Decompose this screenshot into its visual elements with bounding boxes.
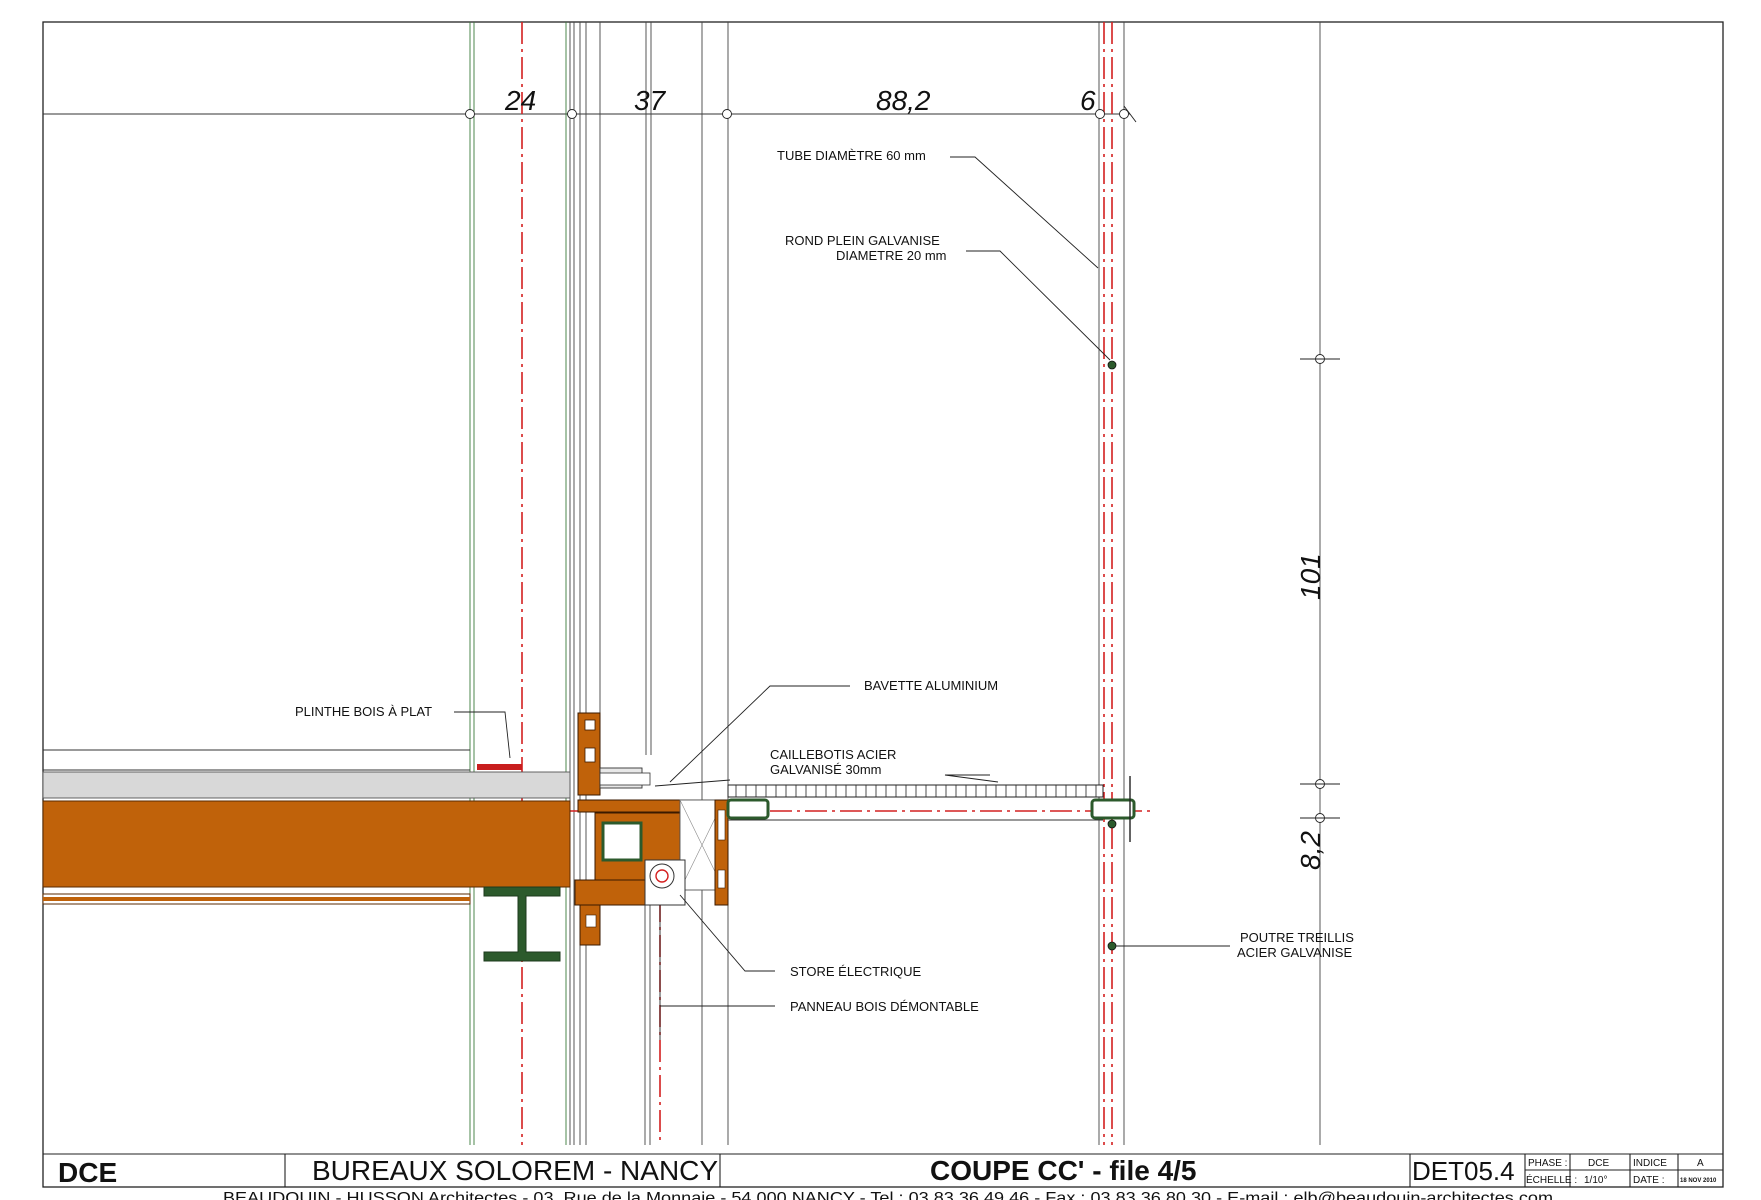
echelle-label: ÉCHELLE : [1526,1173,1577,1186]
label-plinthe: PLINTHE BOIS À PLAT [295,704,432,719]
sheet-number: DET05.4 [1412,1156,1515,1186]
dimension-88-2: 88,2 [876,85,931,116]
dimension-tick-strokes [1123,105,1340,819]
steel-i-beam [483,886,561,962]
dimension-101: 101 [1295,553,1326,600]
label-poutre-line1: POUTRE TREILLIS [1240,930,1354,945]
dimension-37: 37 [634,85,667,116]
floor-slab [42,749,571,905]
label-store: STORE ÉLECTRIQUE [790,964,922,979]
dimension-24: 24 [504,85,536,116]
label-panneau: PANNEAU BOIS DÉMONTABLE [790,999,979,1014]
phase-code: DCE [58,1157,117,1188]
label-poutre-line2: ACIER GALVANISE [1237,945,1352,960]
dimension-8-2: 8,2 [1295,831,1326,870]
indice-value: A [1697,1158,1704,1169]
echelle-value: 1/10° [1584,1175,1607,1186]
label-caillebotis-line1: CAILLEBOTIS ACIER [770,747,896,762]
label-rond-line2: DIAMETRE 20 mm [836,248,947,263]
section-drawing: 24 37 88,2 6 101 8,2 TUBE DIAMÈTRE 60 mm… [42,21,1724,1200]
footer-contact: BEAUDOUIN - HUSSON Architectes - 03, Rue… [223,1190,1553,1200]
label-caillebotis-line2: GALVANISÉ 30mm [770,762,882,777]
label-bavette: BAVETTE ALUMINIUM [864,678,998,693]
label-tube: TUBE DIAMÈTRE 60 mm [777,148,926,163]
date-value: 18 NOV 2010 [1680,1178,1717,1184]
indice-label: INDICE [1633,1158,1667,1169]
label-rond-line1: ROND PLEIN GALVANISE [785,233,940,248]
phase-value: DCE [1588,1158,1609,1169]
drawing-title: COUPE CC' - file 4/5 [930,1155,1197,1186]
phase-label: PHASE : [1528,1158,1567,1169]
project-name: BUREAUX SOLOREM - NANCY [312,1155,718,1186]
dimension-6: 6 [1080,85,1096,116]
date-label: DATE : [1633,1175,1664,1186]
